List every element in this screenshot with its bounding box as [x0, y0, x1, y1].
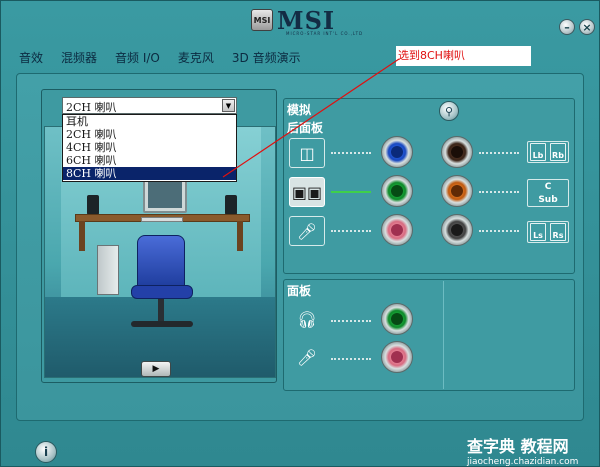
cable-microphone [331, 230, 371, 232]
jack-blue-line-in[interactable] [381, 136, 413, 168]
cable-center-sub [479, 191, 519, 193]
watermark: 查字典 教程网 jiaocheng.chazidian.com [467, 433, 597, 467]
desk-leg [237, 221, 243, 251]
jack-front-green[interactable] [381, 303, 413, 335]
speaker-config-value: 2CH 喇叭 [66, 101, 117, 114]
jack-black-rear-out[interactable] [441, 136, 473, 168]
left-speaker-icon [87, 195, 99, 215]
center-label: C [544, 181, 552, 192]
cable-line-in [331, 152, 371, 154]
side-left-label: Ls [530, 223, 546, 241]
cable-front-mic [331, 358, 371, 360]
option-4ch[interactable]: 4CH 喇叭 [63, 141, 236, 154]
jack-green-front-out[interactable] [381, 175, 413, 207]
cable-rear [479, 152, 519, 154]
desk-leg [79, 221, 85, 251]
chair-base [131, 321, 193, 327]
cable-speaker [331, 191, 371, 193]
watermark-title: 查字典 教程网 [467, 437, 569, 456]
minimize-button[interactable]: – [559, 19, 575, 35]
sub-label: Sub [538, 194, 558, 205]
jack-orange-center-sub[interactable] [441, 175, 473, 207]
speaker-icon: ▣▣ [289, 177, 325, 207]
front-panel-title: 面板 [287, 284, 312, 298]
analog-title: 模拟 [287, 103, 312, 117]
pc-tower-icon [97, 245, 119, 295]
annotation-note: 选到8CH喇叭 [396, 46, 531, 66]
chair-icon [137, 235, 185, 291]
monitor-icon [143, 177, 187, 213]
option-8ch[interactable]: 8CH 喇叭 [63, 167, 236, 180]
tab-3d-audio-demo[interactable]: 3D 音频演示 [232, 49, 301, 66]
tab-audio-io[interactable]: 音频 I/O [115, 49, 160, 66]
option-headphones[interactable]: 耳机 [63, 115, 236, 128]
info-button[interactable]: i [35, 441, 57, 463]
front-panel-divider [443, 281, 444, 389]
microphone-icon: 🎤︎ [296, 347, 318, 367]
rear-speakers-icon: Lb Rb [527, 141, 569, 163]
side-right-label: Rs [550, 223, 566, 241]
rear-panel-label: 后面板 [287, 121, 324, 135]
connector-settings-button[interactable]: ⚲ [439, 101, 459, 121]
cable-front-headphone [331, 320, 371, 322]
side-speakers-icon: Ls Rs [527, 221, 569, 243]
jack-pink-mic-in[interactable] [381, 214, 413, 246]
close-button[interactable]: × [579, 19, 595, 35]
rear-left-label: Lb [530, 143, 546, 161]
connector-settings-icon: ⚲ [444, 104, 454, 118]
center-sub-icon: C Sub [527, 179, 569, 207]
jack-gray-side-out[interactable] [441, 214, 473, 246]
speaker-config-options: 耳机 2CH 喇叭 4CH 喇叭 6CH 喇叭 8CH 喇叭 [62, 114, 237, 182]
rear-right-label: Rb [550, 143, 566, 161]
chevron-down-icon[interactable]: ▼ [222, 99, 235, 112]
close-icon: × [582, 20, 592, 34]
jack-front-pink[interactable] [381, 341, 413, 373]
option-6ch[interactable]: 6CH 喇叭 [63, 154, 236, 167]
logo-subtitle: MICRO-STAR INT'L CO.,LTD [286, 31, 364, 36]
msi-logo: MSI MSI [251, 6, 335, 35]
option-2ch[interactable]: 2CH 喇叭 [63, 128, 236, 141]
microphone-icon: 🎤︎ [289, 216, 325, 246]
line-in-icon: ◫ [289, 138, 325, 168]
tab-sound-effects[interactable]: 音效 [19, 49, 43, 66]
cable-side [479, 230, 519, 232]
tab-mixer[interactable]: 混频器 [61, 49, 97, 66]
play-icon: ▶ [152, 364, 160, 374]
speaker-config-select[interactable]: 2CH 喇叭 ▼ [62, 97, 237, 114]
right-speaker-icon [225, 195, 237, 215]
play-test-button[interactable]: ▶ [141, 361, 171, 377]
chair-post [158, 299, 164, 323]
watermark-url: jiaocheng.chazidian.com [467, 457, 579, 467]
audio-manager-window: MSI MSI MICRO-STAR INT'L CO.,LTD – × 音效 … [0, 0, 600, 467]
tab-bar: 音效 混频器 音频 I/O 麦克风 3D 音频演示 [19, 45, 319, 69]
front-panel [283, 279, 575, 391]
keyboard-icon [141, 217, 183, 222]
info-icon: i [43, 445, 49, 459]
msi-emblem-icon: MSI [251, 9, 273, 31]
chair-seat [131, 285, 193, 299]
tab-microphone[interactable]: 麦克风 [178, 49, 214, 66]
headphone-icon: 🎧︎ [296, 309, 318, 329]
minimize-icon: – [564, 20, 570, 34]
title-bar[interactable]: MSI MSI MICRO-STAR INT'L CO.,LTD – × [1, 1, 600, 41]
